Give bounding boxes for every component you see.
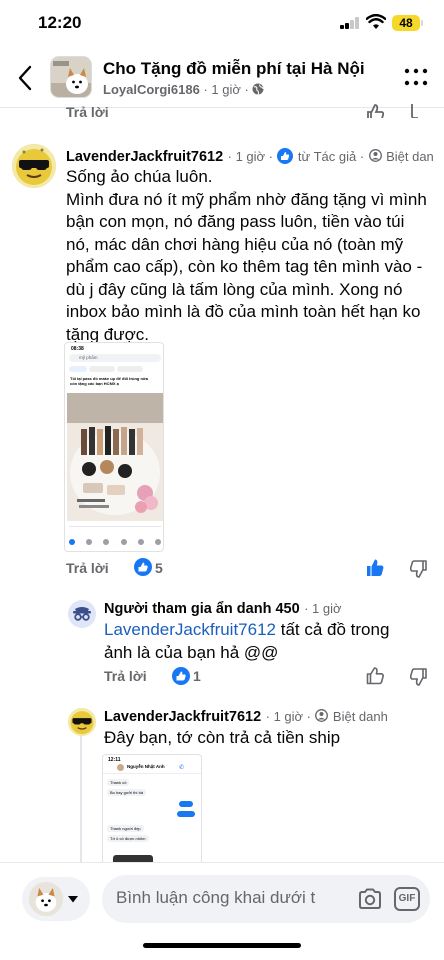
camera-icon[interactable] xyxy=(358,888,382,910)
signal-icon xyxy=(340,17,359,29)
reply-time: · 1 giờ · xyxy=(265,709,311,724)
attachment-reactions xyxy=(69,529,161,535)
dislike-icon[interactable] xyxy=(410,668,428,686)
comment-line: bận con mọn, nó đăng pass luôn, tiền vào… xyxy=(66,212,405,231)
post-time: · 1 giờ · xyxy=(203,82,249,97)
chat-time: 12:11 xyxy=(108,757,121,763)
emoji-avatar-image xyxy=(68,708,96,736)
avatar[interactable] xyxy=(12,144,56,188)
comment-input[interactable]: Bình luận công khai dưới t GIF xyxy=(102,875,430,923)
like-filled-icon[interactable] xyxy=(366,559,384,577)
comment-line: inbox bảo mình là đồ của mình toàn hết h… xyxy=(66,302,421,321)
attachment-post-text: Tôi lại pass đồ make up để đổi trùng nửa… xyxy=(70,376,160,386)
group-avatar[interactable] xyxy=(50,56,92,98)
like-count: 1 xyxy=(193,668,201,684)
comment-line: dù j đây cũng là tấm lòng của mình. Xong… xyxy=(66,279,403,299)
comment-body: Sống ảo chúa luôn. Mình đưa nó ít mỹ phẩ… xyxy=(66,166,444,346)
reply-author[interactable]: Người tham gia ẩn danh 450 xyxy=(104,601,300,617)
anonymous-user-icon xyxy=(68,600,96,628)
like-count-icon xyxy=(134,558,152,576)
attachment-tabbar xyxy=(69,539,161,549)
dislike-icon[interactable] xyxy=(410,560,428,578)
like-count: 5 xyxy=(155,560,163,576)
previous-reply-button[interactable]: Trả lời xyxy=(66,104,109,118)
wifi-icon xyxy=(366,14,386,29)
emoji-avatar-image xyxy=(12,144,56,188)
chat-message: Tớ ô cô được nhỏm xyxy=(107,835,149,842)
post-meta: LoyalCorgi6186 · 1 giờ · xyxy=(103,82,264,97)
chat-outgoing-bubble xyxy=(177,811,195,817)
attachment-filters xyxy=(69,366,161,372)
chevron-down-icon xyxy=(68,896,78,903)
post-author[interactable]: LoyalCorgi6186 xyxy=(103,82,200,97)
reply-line: ảnh là của bạn hả @@ xyxy=(104,642,279,662)
reply-text: tất cả đồ trong xyxy=(276,620,390,639)
status-time: 12:20 xyxy=(38,13,82,32)
anonymous-icon xyxy=(315,709,329,722)
reply-header: Người tham gia ẩn danh 450 · 1 giờ xyxy=(104,600,342,618)
comment-author[interactable]: LavenderJackfruit7612 xyxy=(66,149,223,165)
group-title[interactable]: Cho Tặng đồ miễn phí tại Hà Nội xyxy=(103,59,365,79)
globe-icon xyxy=(252,83,264,95)
reply-button[interactable]: Trả lời xyxy=(66,560,109,576)
attachment-post-line: còn tặng các bạn HCMX ạ xyxy=(70,381,119,386)
like-icon[interactable] xyxy=(366,667,384,685)
comment-line: phẩm cao cấp), còn ko thêm tag tên mình … xyxy=(66,257,423,276)
chat-message: Thank người đẹp xyxy=(107,825,144,832)
chat-name: Nguyễn Nhật Anh xyxy=(127,764,165,769)
mention-link[interactable]: LavenderJackfruit7612 xyxy=(104,620,276,639)
reply-time: · 1 giờ xyxy=(304,601,342,616)
chat-message: Bo hay gưởi thì bả xyxy=(107,789,147,796)
comment-header: LavenderJackfruit7612 · 1 giờ · từ Tác g… xyxy=(66,148,434,166)
corgi-image xyxy=(51,57,91,97)
comment: LavenderJackfruit7612 · 1 giờ · từ Tác g… xyxy=(0,140,444,580)
chat-outgoing-bubble xyxy=(179,801,193,807)
author-badge-icon xyxy=(277,148,294,164)
anonymous-avatar[interactable] xyxy=(68,600,96,628)
reply-comment: LavenderJackfruit7612 · 1 giờ · Biệt dan… xyxy=(0,704,444,866)
home-indicator xyxy=(143,943,301,948)
comment-line: Sống ảo chúa luôn. xyxy=(66,167,213,186)
reply-button[interactable]: Trả lời xyxy=(104,668,147,684)
gif-button[interactable]: GIF xyxy=(394,887,420,911)
status-bar: 12:20 48 xyxy=(0,0,444,48)
comment-time: · 1 giờ · xyxy=(227,149,273,164)
comment-line: Mình đưa nó ít mỹ phẩm nhờ đăng tặng vì … xyxy=(66,189,427,209)
chat-attachment-image[interactable]: 12:11 Nguyễn Nhật Anh ✆ Thank cô Bo hay … xyxy=(102,754,202,866)
battery-indicator: 48 xyxy=(392,15,420,31)
chat-message: Thank cô xyxy=(107,779,130,786)
back-arrow-icon[interactable] xyxy=(14,64,38,92)
post-header: Cho Tặng đồ miễn phí tại Hà Nội LoyalCor… xyxy=(0,48,444,108)
identity-switcher-button[interactable] xyxy=(22,877,90,921)
reply-body: Đây bạn, tớ còn trả cả tiền ship xyxy=(104,728,341,747)
previous-like-icon[interactable] xyxy=(366,104,384,118)
chat-avatar xyxy=(117,764,124,771)
more-options-icon[interactable] xyxy=(404,68,428,86)
makeup-photo xyxy=(67,393,163,521)
corgi-avatar-icon xyxy=(28,881,64,917)
battery-tip xyxy=(421,20,423,26)
visibility-label: Biệt dan xyxy=(386,149,434,164)
comment-attachment-image[interactable]: 08:38 mỹ phẩm Tôi lại pass đồ make up để… xyxy=(64,342,164,552)
attachment-time: 08:38 xyxy=(71,346,84,352)
avatar[interactable] xyxy=(68,708,96,736)
attachment-search: mỹ phẩm xyxy=(69,354,161,362)
visibility-label: Biệt danh xyxy=(332,709,388,724)
comment-input-placeholder: Bình luận công khai dưới t xyxy=(116,888,316,907)
reply-line: LavenderJackfruit7612 tất cả đồ trong xyxy=(104,619,444,642)
chat-call-icons: ✆ xyxy=(179,765,185,771)
comment-line: nó, mác dân chơi hàng hiệu của nó (toàn … xyxy=(66,234,404,254)
like-count-icon xyxy=(172,667,190,685)
previous-dislike-icon[interactable] xyxy=(410,104,428,118)
reply-author[interactable]: LavenderJackfruit7612 xyxy=(104,709,261,725)
reply-comment: Người tham gia ẩn danh 450 · 1 giờ Laven… xyxy=(0,596,444,696)
anonymous-icon xyxy=(368,149,382,162)
reply-body: LavenderJackfruit7612 tất cả đồ trong ản… xyxy=(104,619,444,664)
reply-header: LavenderJackfruit7612 · 1 giờ · Biệt dan… xyxy=(104,708,388,726)
author-badge-label: từ Tác giả · xyxy=(297,149,365,164)
